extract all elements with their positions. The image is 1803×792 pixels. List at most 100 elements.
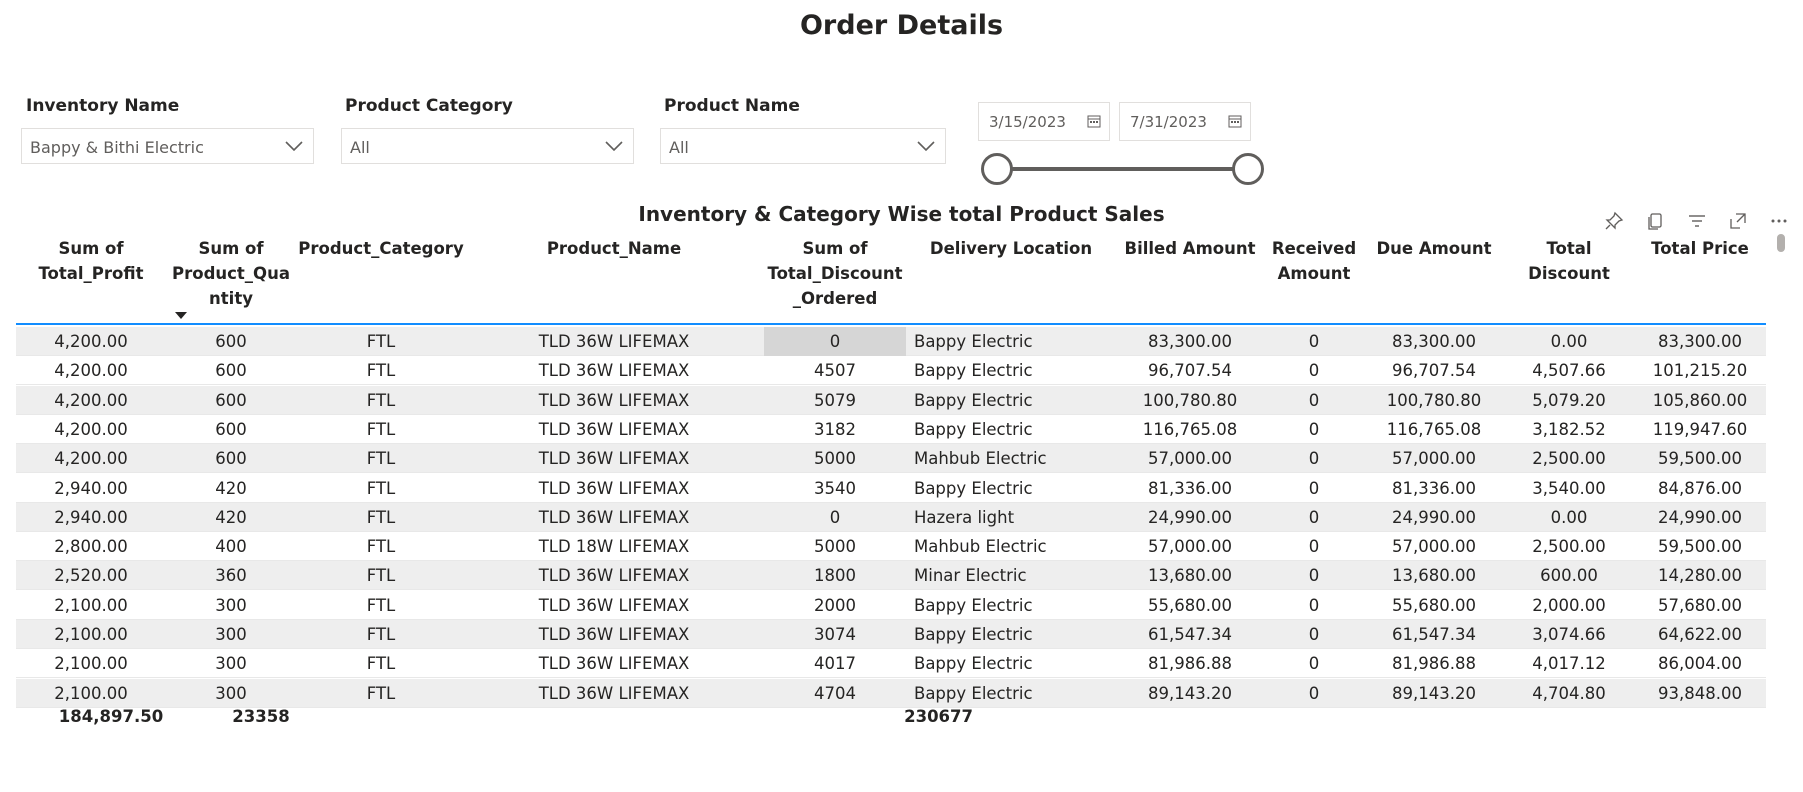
calendar-icon[interactable] [1228,114,1242,128]
table-cell-price: 59,500.00 [1658,537,1742,557]
table-scrollbar[interactable] [1777,234,1785,252]
date-range-slider-track[interactable] [996,167,1246,171]
column-header-label: Sum of [198,239,264,258]
table-cell-billed: 61,547.34 [1148,625,1232,644]
table-cell-category: FTL [366,595,396,615]
product-category-dropdown[interactable]: All [341,128,634,164]
table-cell-discount: 3,540.00 [1532,478,1606,498]
table-cell-due: 83,300.00 [1392,332,1476,351]
table-cell-received: 0 [1308,361,1320,381]
table-cell-billed: 96,707.54 [1148,361,1232,381]
more-options-icon[interactable] [1769,211,1789,231]
table-row[interactable]: 2,940.00 420 FTL TLD 36W LIFEMAX 3540 Bappy E… [16,474,1766,503]
table-cell-qty: 420 [215,507,247,527]
table-row[interactable]: 2,940.00 420 FTL TLD 36W LIFEMAX 0 Hazera lig… [16,502,1766,532]
table-cell-name: TLD 36W LIFEMAX [538,566,690,586]
chevron-down-icon [917,141,935,152]
sort-descending-icon[interactable] [175,312,187,319]
column-header-name[interactable]: Product_Name [466,236,762,261]
table-cell-category: FTL [366,566,396,586]
copy-icon[interactable] [1645,211,1665,231]
table-row[interactable]: 2,100.00 300 FTL TLD 36W LIFEMAX 2000 Bappy E… [16,591,1766,620]
table-cell-name: TLD 36W LIFEMAX [538,595,690,615]
filter-icon[interactable] [1687,211,1707,231]
table-row[interactable]: 2,100.00 300 FTL TLD 36W LIFEMAX 4704 Bappy E… [16,678,1766,708]
total-quantity: 23358 [232,707,290,726]
date-range-end-handle[interactable] [1232,153,1264,185]
table-row[interactable]: 2,100.00 300 FTL TLD 36W LIFEMAX 3074 Bappy E… [16,620,1766,649]
start-date-input[interactable]: 3/15/2023 [978,102,1110,141]
product-category-label: Product Category [345,96,513,116]
table-cell-name: TLD 36W LIFEMAX [538,478,690,498]
table-cell-category: FTL [366,361,396,381]
table-cell-profit: 2,100.00 [54,595,128,615]
table-cell-billed: 116,765.08 [1142,419,1238,439]
table-cell-billed: 55,680.00 [1148,595,1232,615]
inventory-name-label: Inventory Name [26,96,180,116]
column-header-profit[interactable]: Sum of Total_Profit [16,236,166,286]
total-discount-ordered: 230677 [904,707,973,726]
table-cell-location: Minar Electric [914,566,1027,586]
end-date-input[interactable]: 7/31/2023 [1119,102,1251,141]
table-cell-qty: 300 [215,595,247,615]
table-cell-profit: 4,200.00 [54,419,128,439]
table-cell-received: 0 [1308,537,1320,557]
table-cell-discount: 2,500.00 [1532,537,1606,557]
table-cell-due: 57,000.00 [1392,537,1476,557]
table-cell-billed: 24,990.00 [1148,507,1232,527]
table-cell-name: TLD 36W LIFEMAX [538,449,690,469]
table-row[interactable]: 4,200.00 600 FTL TLD 36W LIFEMAX 3182 Bappy E… [16,415,1766,444]
column-header-discount[interactable]: Total Discount [1504,236,1634,286]
table-cell-billed: 57,000.00 [1148,449,1232,469]
table-cell-discount: 5,079.20 [1532,390,1606,410]
product-category-value: All [350,138,370,157]
table-cell-received: 0 [1308,654,1320,674]
table-cell-price: 84,876.00 [1658,478,1742,498]
table-cell-received: 0 [1308,625,1320,644]
table-cell-due: 81,336.00 [1392,478,1476,498]
table-cell-category: FTL [366,478,396,498]
table-cell-billed: 89,143.20 [1148,683,1232,703]
table-cell-price: 64,622.00 [1658,625,1742,644]
column-header-due[interactable]: Due Amount [1364,236,1504,261]
table-cell-name: TLD 36W LIFEMAX [538,507,690,527]
table-cell-due: 96,707.54 [1392,361,1476,381]
column-header-label: Amount [1277,264,1351,283]
calendar-icon[interactable] [1087,114,1101,128]
inventory-name-dropdown[interactable]: Bappy & Bithi Electric [21,128,314,164]
table-cell-profit: 2,940.00 [54,507,128,527]
column-header-billed[interactable]: Billed Amount [1116,236,1264,261]
pin-icon[interactable] [1604,211,1624,231]
column-header-location[interactable]: Delivery Location [906,236,1116,261]
table-cell-discount: 2,000.00 [1532,595,1606,615]
table-cell-category: FTL [366,419,396,439]
date-range-start-handle[interactable] [981,153,1013,185]
table-cell-price: 83,300.00 [1658,332,1742,351]
table-cell-discount: 0.00 [1550,332,1588,351]
column-header-category[interactable]: Product_Category [296,236,466,261]
table-cell-discount: 4,017.12 [1532,654,1606,674]
table-cell-qty: 600 [215,449,247,469]
table-row[interactable]: 4,200.00 600 FTL TLD 36W LIFEMAX 5000 Mahbub … [16,444,1766,474]
table-cell-location: Bappy Electric [914,595,1033,615]
table-cell-received: 0 [1308,419,1320,439]
start-date-value: 3/15/2023 [989,113,1066,131]
table-row[interactable]: 2,100.00 300 FTL TLD 36W LIFEMAX 4017 Bappy E… [16,649,1766,679]
column-header-price[interactable]: Total Price [1634,236,1766,261]
table-row[interactable]: 2,520.00 360 FTL TLD 36W LIFEMAX 1800 Minar E… [16,561,1766,591]
table-cell-price: 86,004.00 [1658,654,1742,674]
total-profit: 184,897.50 [58,707,164,726]
table-cell-qty: 420 [215,478,247,498]
table-row[interactable]: 4,200.00 600 FTL TLD 36W LIFEMAX 4507 Bappy E… [16,356,1766,386]
column-header-received[interactable]: Received Amount [1264,236,1364,286]
table-row[interactable]: 2,800.00 400 FTL TLD 18W LIFEMAX 5000 Mahbub … [16,532,1766,562]
table-row[interactable]: 4,200.00 600 FTL TLD 36W LIFEMAX 5079 Bappy E… [16,385,1766,415]
product-name-dropdown[interactable]: All [660,128,946,164]
table-cell-location: Bappy Electric [914,683,1033,703]
column-header-qty[interactable]: Sum of Product_Qua ntity [166,236,296,311]
focus-mode-icon[interactable] [1728,211,1748,231]
table-cell-disc_ordered: 1800 [814,566,856,586]
table-row[interactable]: 4,200.00 600 FTL TLD 36W LIFEMAX 0 Bappy Elec… [16,327,1766,356]
table-cell-qty: 300 [215,654,247,674]
column-header-disc_ordered[interactable]: Sum of Total_Discount _Ordered [764,236,906,311]
